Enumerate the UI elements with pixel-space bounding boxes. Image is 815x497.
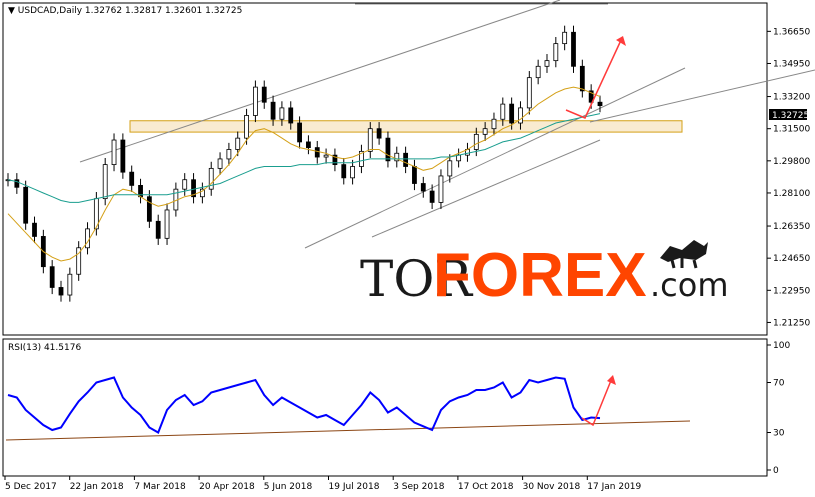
candle-body <box>226 149 232 160</box>
candle-body <box>429 190 435 203</box>
candle-body <box>111 139 117 166</box>
candle-body <box>129 171 135 186</box>
candle-body <box>562 31 568 45</box>
candle-body <box>544 60 550 67</box>
candle-body <box>270 101 276 120</box>
x-tick-label: 7 Mar 2018 <box>134 482 186 492</box>
watermark: TOR FOREX .com <box>360 240 729 310</box>
candle-body <box>526 77 532 109</box>
x-tick-label: 30 Nov 2018 <box>523 482 581 492</box>
candle-body <box>164 209 170 239</box>
candle-body <box>102 164 108 200</box>
candle-body <box>341 164 347 179</box>
candle-body <box>85 228 90 249</box>
candle-body <box>217 158 223 169</box>
candle-body <box>235 137 241 150</box>
candle-body <box>473 133 479 150</box>
candle-body <box>518 107 523 124</box>
candle-body <box>509 103 515 124</box>
candle-body <box>491 118 497 130</box>
candle-body <box>350 166 355 179</box>
candle-body <box>155 220 161 239</box>
x-tick-label: 5 Jun 2018 <box>264 482 313 492</box>
y-tick-label: 1.21250 <box>773 318 810 328</box>
candle-body <box>571 31 576 67</box>
candle-body <box>58 287 64 296</box>
candle-body <box>412 166 417 184</box>
rsi-axis: 100 70 30 0 <box>767 341 790 476</box>
y-tick-label: 1.34950 <box>773 59 810 69</box>
y-tick-label: 1.26350 <box>773 222 810 232</box>
time-axis: 5 Dec 2017 22 Jan 2018 7 Mar 2018 20 Apr 20… <box>4 476 642 492</box>
rsi-tick-label: 100 <box>773 341 790 351</box>
y-tick-label: 1.28100 <box>773 189 810 199</box>
candle-body <box>447 160 453 177</box>
chart-header: ▼ USDCAD,Daily 1.32762 1.32817 1.32601 1… <box>8 6 242 16</box>
support-zone <box>129 120 683 133</box>
y-tick-label: 1.29800 <box>773 157 810 167</box>
candle-body <box>597 101 603 107</box>
x-tick-label: 19 Jul 2018 <box>329 482 380 492</box>
x-tick-label: 22 Jan 2018 <box>70 482 124 492</box>
x-tick-label: 17 Jan 2019 <box>587 482 641 492</box>
x-tick-label: 17 Oct 2018 <box>458 482 514 492</box>
candle-body <box>456 154 462 162</box>
y-tick-label: 1.33200 <box>773 93 810 103</box>
candle-body <box>323 154 329 158</box>
candle-body <box>306 141 311 148</box>
candle-body <box>500 103 506 120</box>
candle-body <box>182 179 188 190</box>
candle-body <box>553 43 559 62</box>
candle-body <box>420 183 426 192</box>
candle-body <box>297 122 302 143</box>
watermark-com: .com <box>650 266 729 304</box>
candle-body <box>288 107 294 124</box>
candle-body <box>32 222 37 237</box>
rsi-tick-label: 30 <box>773 429 785 439</box>
candle-body <box>385 137 391 162</box>
watermark-forex: FOREX <box>433 241 647 310</box>
candle-body <box>279 107 285 120</box>
candle-body <box>367 128 373 152</box>
chart-canvas: 1.36650 1.34950 1.33200 1.31500 1.29800 1.281… <box>2 0 815 492</box>
y-tick-label: 1.36650 <box>773 27 810 37</box>
candle-body <box>49 266 55 288</box>
candle-body <box>23 186 29 224</box>
candle-body <box>146 196 152 222</box>
x-tick-label: 3 Sep 2018 <box>393 482 445 492</box>
candle-body <box>535 65 541 79</box>
y-tick-label: 1.31500 <box>773 125 810 135</box>
x-tick-label: 20 Apr 2018 <box>199 482 255 492</box>
rsi-tick-label: 0 <box>773 466 779 476</box>
collapse-triangle-icon[interactable]: ▼ <box>8 6 18 16</box>
candle-body <box>403 152 409 167</box>
symbol-line: USDCAD,Daily 1.32762 1.32817 1.32601 1.3… <box>18 6 243 16</box>
current-price-label: 1.32725 <box>772 111 809 121</box>
candle-body <box>261 86 267 103</box>
candle-body <box>253 86 258 116</box>
y-tick-label: 1.24650 <box>773 254 810 264</box>
candle-body <box>438 175 444 203</box>
current-price-tag: 1.32725 <box>769 109 809 121</box>
candle-body <box>314 147 320 158</box>
candle-body <box>376 128 382 139</box>
candle-body <box>244 115 249 139</box>
candle-body <box>67 273 73 296</box>
rsi-header: RSI(13) 41.5176 <box>8 343 81 353</box>
y-tick-label: 1.22950 <box>773 286 810 296</box>
candle-body <box>482 128 488 135</box>
x-tick-label: 5 Dec 2017 <box>5 482 57 492</box>
candle-body <box>579 65 585 92</box>
rsi-tick-label: 70 <box>773 379 785 389</box>
candle-body <box>120 139 126 173</box>
